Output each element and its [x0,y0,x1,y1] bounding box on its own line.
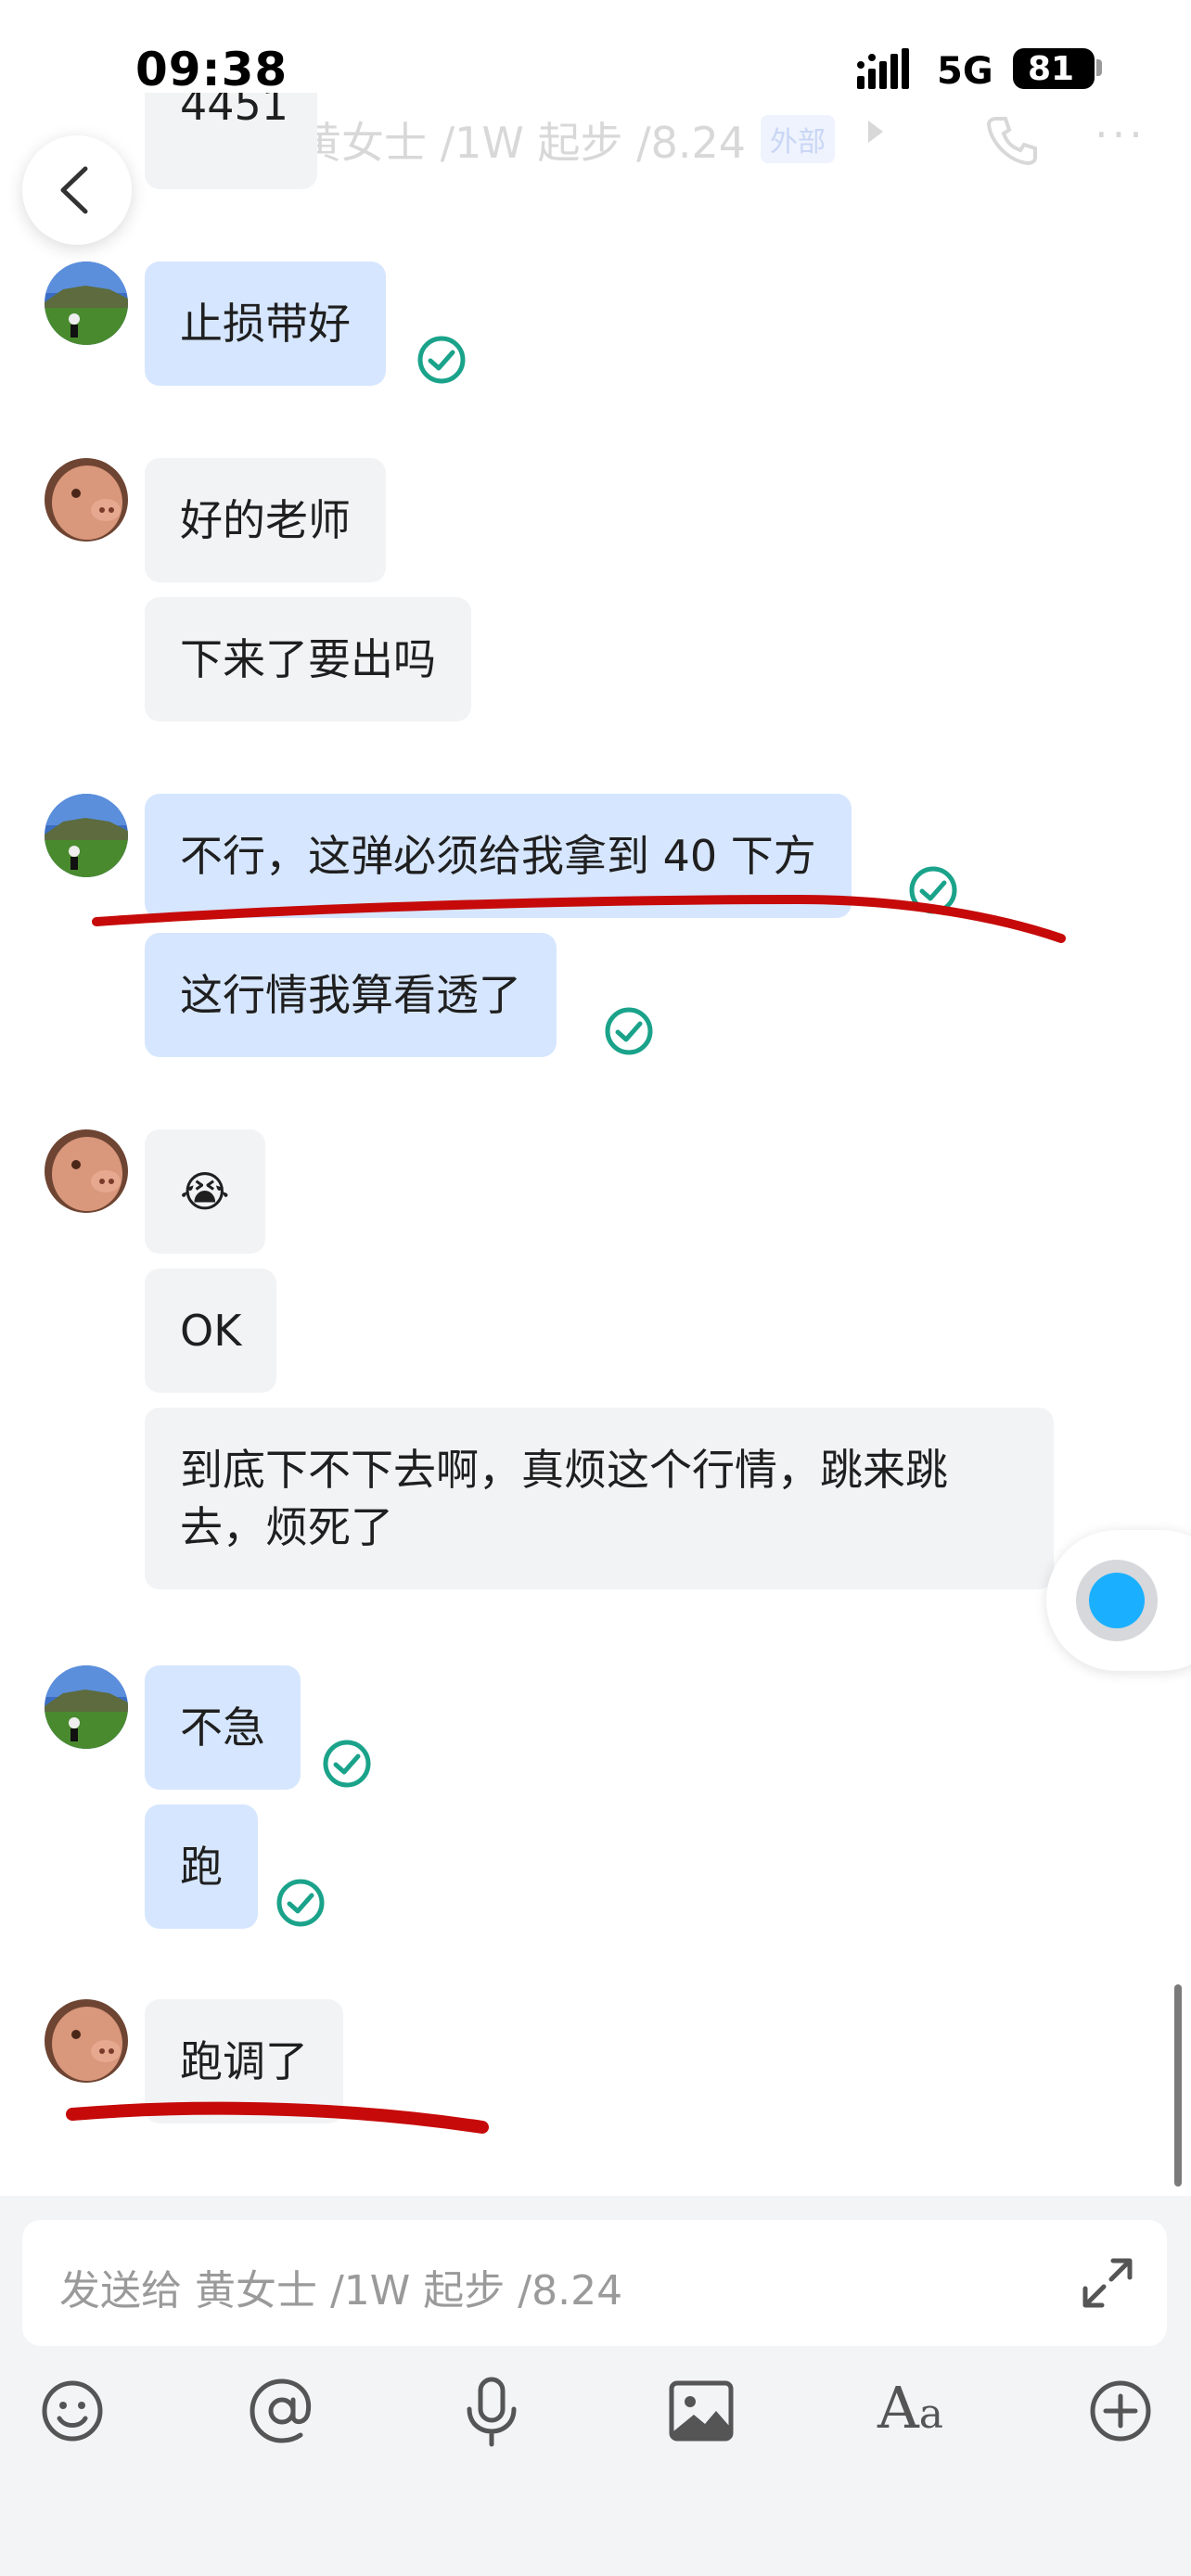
message-bubble-mine[interactable]: 不行，这弹必须给我拿到 40 下方 [145,794,852,918]
message-text: 4451 [180,93,289,130]
assistant-ring [1076,1560,1158,1641]
message-bubble-theirs[interactable]: 跑调了 [145,1999,343,2123]
battery-icon: 81 [1013,48,1095,89]
expand-icon[interactable] [1069,2244,1146,2322]
battery-level: 81 [1027,50,1075,88]
battery-cap [1096,59,1102,76]
message-bubble-theirs[interactable]: OK [145,1269,277,1393]
more-icon[interactable]: ··· [1095,109,1146,159]
chevron-left-icon [60,166,88,214]
input-placeholder: 发送给 黄女士 /1W 起步 /8.24 [59,2267,623,2315]
image-icon[interactable] [662,2372,740,2450]
message-bubble-theirs[interactable]: 好的老师 [145,458,386,582]
back-button[interactable] [22,135,132,245]
message-input[interactable]: 发送给 黄女士 /1W 起步 /8.24 [22,2220,1167,2346]
assistant-dot-icon [1089,1573,1145,1628]
chevron-right-icon[interactable] [868,121,883,143]
format-label-small: a [918,2391,944,2438]
avatar-them[interactable] [45,458,128,542]
status-time: 09:38 [135,43,288,96]
avatar-them[interactable] [45,1999,128,2083]
avatar-me[interactable] [45,1665,128,1749]
message-bubble-mine[interactable]: 跑 [145,1804,258,1929]
read-check-icon [605,1007,653,1055]
emoji-icon[interactable] [33,2372,111,2450]
read-check-icon [323,1740,371,1788]
floating-assistant-button[interactable] [1046,1530,1191,1671]
at-icon[interactable] [243,2372,321,2450]
read-check-icon [417,336,466,384]
read-check-icon [909,866,957,914]
message-bubble-mine[interactable]: 不急 [145,1665,301,1790]
read-check-icon [276,1879,325,1927]
text-format-icon[interactable]: Aa [877,2374,943,2442]
message-bubble-partial[interactable]: 4451 [145,93,317,189]
message-bubble-mine[interactable]: 止损带好 [145,261,386,386]
scrollbar[interactable] [1174,1984,1182,2187]
message-bubble-theirs[interactable]: 到底下不下去啊，真烦这个行情，跳来跳去，烦死了 [145,1408,1054,1589]
message-bubble-theirs[interactable]: 下来了要出吗 [145,597,471,721]
microphone-icon[interactable] [453,2372,531,2450]
signal-icon [857,48,909,89]
avatar-them[interactable] [45,1129,128,1213]
format-label: A [877,2374,919,2442]
message-bubble-mine[interactable]: 这行情我算看透了 [145,933,557,1057]
network-type: 5G [937,50,993,93]
plus-icon[interactable] [1082,2372,1159,2450]
message-bubble-theirs[interactable]: 😭 [145,1129,265,1254]
avatar-me[interactable] [45,794,128,877]
chat-title[interactable]: 黄女士 /1W 起步 /8.24 [299,109,746,171]
phone-icon[interactable] [983,109,1043,169]
external-tag: 外部 [761,115,835,163]
avatar-me[interactable] [45,261,128,345]
